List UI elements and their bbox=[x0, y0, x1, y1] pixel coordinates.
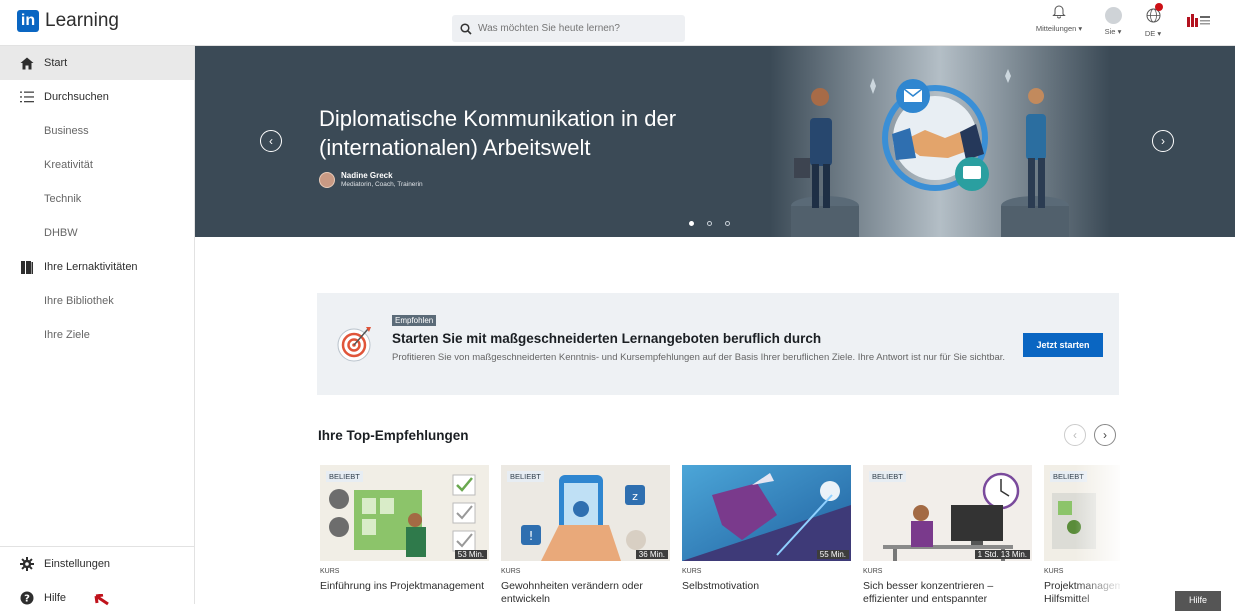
course-type: KURS bbox=[501, 568, 521, 575]
author-role: Mediatorin, Coach, Trainerin bbox=[341, 181, 423, 188]
recommendation-banner: Empfohlen Starten Sie mit maßgeschneider… bbox=[317, 293, 1119, 395]
sidebar-item-business[interactable]: Business bbox=[0, 114, 194, 148]
course-title[interactable]: Einführung ins Projektmanagement bbox=[320, 580, 486, 593]
language-text: DE bbox=[1144, 29, 1156, 38]
top-recommendations-title: Ihre Top-Empfehlungen bbox=[318, 428, 469, 443]
duration-badge: 55 Min. bbox=[816, 550, 849, 559]
notifications-menu[interactable]: Mitteilungen ▾ bbox=[1030, 4, 1088, 33]
organization-logo[interactable] bbox=[1186, 12, 1212, 32]
hero-title[interactable]: Diplomatische Kommunikation in der (inte… bbox=[319, 104, 749, 162]
home-icon bbox=[20, 56, 34, 70]
course-carousel: BELIEBT 53 Min. KURS Einführung ins Proj… bbox=[320, 465, 1120, 604]
sidebar-item-browse[interactable]: Durchsuchen bbox=[0, 80, 194, 114]
carousel-fade bbox=[1075, 465, 1125, 604]
carousel-dot[interactable] bbox=[707, 221, 712, 226]
sidebar-item-start[interactable]: Start bbox=[0, 46, 194, 80]
course-type: KURS bbox=[863, 568, 883, 575]
top-bar: in Learning Mitteilungen ▾ Sie ▾ DE ▾ bbox=[0, 0, 1235, 46]
sidebar-item-label: Start bbox=[44, 57, 68, 69]
duration-badge: 36 Min. bbox=[635, 550, 668, 559]
hero-author: Nadine Greck Mediatorin, Coach, Traineri… bbox=[319, 171, 423, 188]
target-icon bbox=[337, 327, 371, 362]
notifications-text: Mitteilungen bbox=[1035, 24, 1077, 33]
search-bar[interactable] bbox=[452, 15, 685, 42]
sidebar-item-label: Ihre Lernaktivitäten bbox=[44, 261, 138, 273]
brand-name: Learning bbox=[45, 10, 119, 31]
red-arrow-annotation bbox=[94, 594, 109, 606]
duration-badge: 53 Min. bbox=[454, 550, 487, 559]
course-title[interactable]: Selbstmotivation bbox=[682, 580, 848, 593]
start-now-button[interactable]: Jetzt starten bbox=[1023, 333, 1103, 357]
me-label: Sie ▾ bbox=[1104, 27, 1122, 36]
me-text: Sie bbox=[1104, 27, 1116, 36]
hero-carousel[interactable]: ‹ › Diplomatische Kommunikation in der (… bbox=[195, 46, 1235, 237]
bell-icon bbox=[1052, 5, 1066, 19]
sidebar: Start Durchsuchen Business Kreativität T… bbox=[0, 46, 195, 605]
gear-icon bbox=[20, 557, 34, 571]
course-title[interactable]: Gewohnheiten verändern oder entwickeln bbox=[501, 580, 667, 604]
recommended-badge: Empfohlen bbox=[392, 315, 437, 326]
course-title[interactable]: Sich besser konzentrieren – effizienter … bbox=[863, 580, 1029, 604]
course-type: KURS bbox=[320, 568, 340, 575]
carousel-dots bbox=[689, 221, 730, 226]
carousel-dot[interactable] bbox=[725, 221, 730, 226]
course-type: KURS bbox=[1044, 568, 1064, 575]
author-avatar bbox=[319, 171, 335, 188]
list-icon bbox=[20, 90, 34, 104]
course-thumbnail[interactable]: BELIEBT 1 Std. 13 Min. bbox=[863, 465, 1032, 561]
course-thumbnail[interactable]: BELIEBT 53 Min. bbox=[320, 465, 489, 561]
popular-badge: BELIEBT bbox=[869, 471, 906, 482]
language-menu[interactable]: DE ▾ bbox=[1141, 3, 1165, 38]
sidebar-item-library[interactable]: Ihre Bibliothek bbox=[0, 284, 194, 318]
course-thumbnail[interactable]: 55 Min. bbox=[682, 465, 851, 561]
help-icon: ? bbox=[20, 591, 34, 605]
popular-badge: BELIEBT bbox=[326, 471, 363, 482]
recommendations-prev-button[interactable]: ‹ bbox=[1064, 424, 1086, 446]
avatar bbox=[1104, 7, 1122, 24]
carousel-dot[interactable] bbox=[689, 221, 694, 226]
recommendations-next-button[interactable]: › bbox=[1094, 424, 1116, 446]
author-name: Nadine Greck bbox=[341, 171, 393, 180]
sidebar-item-technology[interactable]: Technik bbox=[0, 182, 194, 216]
language-label: DE ▾ bbox=[1144, 29, 1162, 38]
sidebar-item-label: Hilfe bbox=[44, 592, 67, 604]
notifications-label: Mitteilungen ▾ bbox=[1035, 24, 1083, 33]
sidebar-item-learning-activities[interactable]: Ihre Lernaktivitäten bbox=[0, 250, 194, 284]
notification-badge bbox=[1155, 3, 1163, 11]
hero-prev-button[interactable]: ‹ bbox=[260, 130, 282, 152]
hero-next-button[interactable]: › bbox=[1152, 130, 1174, 152]
svg-text:z: z bbox=[632, 490, 638, 503]
sidebar-item-label: Einstellungen bbox=[44, 558, 111, 570]
sidebar-item-label: Durchsuchen bbox=[44, 91, 109, 103]
course-card[interactable]: BELIEBT 1 Std. 13 Min. KURS Sich besser … bbox=[863, 465, 1032, 604]
hero-illustration bbox=[770, 46, 1110, 237]
self-motivation-illustration bbox=[682, 465, 851, 561]
course-thumbnail[interactable]: z ! BELIEBT 36 Min. bbox=[501, 465, 670, 561]
sidebar-item-settings[interactable]: Einstellungen bbox=[0, 547, 194, 581]
duration-badge: 1 Std. 13 Min. bbox=[974, 550, 1030, 559]
svg-text:!: ! bbox=[529, 529, 534, 543]
course-card[interactable]: BELIEBT 53 Min. KURS Einführung ins Proj… bbox=[320, 465, 489, 604]
sidebar-item-creativity[interactable]: Kreativität bbox=[0, 148, 194, 182]
recommendation-description: Profitieren Sie von maßgeschneiderten Ke… bbox=[392, 352, 1006, 363]
search-icon bbox=[460, 22, 472, 35]
course-type: KURS bbox=[682, 568, 702, 575]
help-button[interactable]: Hilfe bbox=[1175, 591, 1221, 611]
sidebar-item-goals[interactable]: Ihre Ziele bbox=[0, 318, 194, 352]
popular-badge: BELIEBT bbox=[507, 471, 544, 482]
library-icon bbox=[20, 260, 34, 274]
linkedin-learning-logo[interactable]: in Learning bbox=[17, 10, 119, 32]
me-menu[interactable]: Sie ▾ bbox=[1101, 4, 1125, 36]
sidebar-item-dhbw[interactable]: DHBW bbox=[0, 216, 194, 250]
linkedin-logo-icon: in bbox=[17, 10, 39, 32]
course-card[interactable]: 55 Min. KURS Selbstmotivation bbox=[682, 465, 851, 604]
course-card[interactable]: z ! BELIEBT 36 Min. KURS Gewohnheiten ve… bbox=[501, 465, 670, 604]
search-input[interactable] bbox=[478, 23, 668, 34]
recommendation-heading: Starten Sie mit maßgeschneiderten Lernan… bbox=[392, 331, 822, 346]
svg-text:?: ? bbox=[24, 594, 30, 605]
